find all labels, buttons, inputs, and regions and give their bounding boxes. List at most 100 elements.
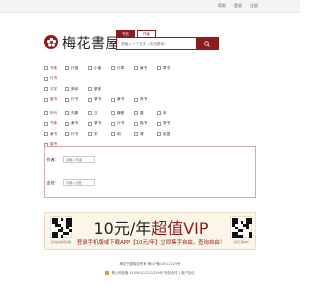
filter-group-label: 楷书 — [44, 97, 62, 102]
checkbox[interactable] — [111, 66, 115, 71]
footer-copyright: 梅花书屋版权所有 豫ICP备15012229号 — [119, 262, 181, 266]
checkbox[interactable] — [88, 97, 92, 102]
checkbox[interactable] — [157, 121, 161, 126]
qr-cell — [60, 235, 64, 238]
checkbox[interactable] — [65, 97, 69, 102]
author-label: 作者： — [46, 156, 59, 162]
vip-banner[interactable]: 扫码关注梅花书屋 10元/年超值VIP 登录手机版或下载APP【10元/年】立即… — [44, 212, 256, 250]
filter-option[interactable]: 篆书 — [157, 121, 177, 126]
qr-right-caption: 扫码下载APP — [233, 241, 249, 244]
checkbox[interactable] — [65, 66, 69, 71]
qr-left-caption: 扫码关注梅花书屋 — [50, 241, 72, 244]
filter-option[interactable]: 魏晋 — [111, 111, 131, 116]
checkbox[interactable] — [88, 132, 92, 137]
checkbox[interactable] — [88, 121, 92, 126]
checkbox[interactable] — [44, 111, 48, 116]
filter-group-label: 汉字 — [44, 87, 62, 92]
checkbox[interactable] — [134, 121, 138, 126]
footer: 梅花书屋版权所有 豫ICP备15012229号 豫公网安备 4109020212… — [0, 261, 300, 278]
banner-title: 10元/年超值VIP — [85, 215, 217, 239]
filter-option[interactable]: 行书 — [65, 132, 85, 137]
search-button[interactable] — [196, 38, 218, 49]
filter-option[interactable]: 隶书 — [134, 66, 154, 71]
filter-option[interactable]: 清 — [134, 132, 154, 137]
checkbox[interactable] — [111, 111, 115, 116]
filter-option[interactable]: 篆书 — [134, 97, 154, 102]
filter-option[interactable]: 草书 — [88, 121, 108, 126]
filter-option[interactable]: 先秦 — [65, 111, 85, 116]
filter-option[interactable]: 行楷 — [65, 66, 85, 71]
author-input[interactable] — [63, 156, 95, 163]
filter-option[interactable]: 汉 — [88, 111, 108, 116]
filter-option[interactable]: 明 — [111, 132, 131, 137]
checkbox[interactable] — [65, 121, 69, 126]
filter-row: 隶书 行书 宋 明 清 民国 — [44, 129, 256, 140]
checkbox[interactable] — [134, 111, 138, 116]
filter-option[interactable]: 小楷 — [88, 66, 108, 71]
filter-option[interactable]: 行书 — [65, 97, 85, 102]
filter-group-label: 书体 — [44, 66, 62, 71]
qr-cell — [246, 226, 250, 230]
checkbox[interactable] — [134, 66, 138, 71]
checkbox[interactable] — [134, 97, 138, 102]
qr-cell — [69, 223, 72, 227]
filter-panel: 书体 行楷 小楷 行草 隶书 草书 行书 汉字 简体 繁体 楷书 行书 草书 隶… — [44, 63, 256, 150]
checkbox[interactable] — [44, 66, 48, 71]
tab-book-title[interactable]: 书名 — [116, 30, 135, 37]
checkbox[interactable] — [44, 87, 48, 92]
police-badge-icon — [105, 270, 110, 275]
plum-blossom-logo-icon[interactable] — [44, 35, 58, 49]
register-link[interactable]: 注册 — [250, 3, 258, 9]
filter-option[interactable]: 隶书 — [111, 97, 131, 102]
source-input[interactable] — [63, 179, 95, 186]
filter-option[interactable]: 繁体 — [88, 87, 108, 92]
checkbox[interactable] — [44, 121, 48, 126]
checkbox[interactable] — [111, 121, 115, 126]
filter-group-label: 行书 — [44, 76, 62, 81]
top-bar: 帮助 登录 注册 — [0, 0, 300, 13]
checkbox[interactable] — [65, 111, 69, 116]
checkbox[interactable] — [44, 76, 48, 81]
filter-option[interactable]: 楷书 — [134, 121, 154, 126]
filter-option[interactable]: 民国 — [157, 132, 177, 137]
footer-police-record[interactable]: 豫公网安备 41090202122229号 商务合作 | 用户协议 — [111, 271, 194, 275]
filter-option[interactable]: 简体 — [65, 87, 85, 92]
filter-option[interactable]: 草书 — [157, 66, 177, 71]
qr-cell — [66, 232, 70, 236]
qr-cell — [54, 235, 58, 238]
checkbox[interactable] — [88, 111, 92, 116]
help-link[interactable]: 帮助 — [218, 3, 226, 9]
footer-links: 豫公网安备 41090202122229号 商务合作 | 用户协议 — [0, 270, 300, 275]
banner-title-accent: 超值VIP — [151, 219, 209, 238]
qr-cell — [234, 220, 238, 224]
author-row: 作者： — [45, 156, 95, 163]
search-tabs: 书名 作者 — [116, 30, 156, 37]
tab-author[interactable]: 作者 — [137, 30, 156, 37]
filter-option[interactable]: 草书 — [88, 97, 108, 102]
filter-option[interactable]: 宋 — [88, 132, 108, 137]
checkbox[interactable] — [65, 132, 69, 137]
checkbox[interactable] — [44, 132, 48, 137]
checkbox[interactable] — [65, 87, 69, 92]
login-link[interactable]: 登录 — [234, 3, 242, 9]
search-input[interactable] — [117, 38, 196, 49]
qr-cell — [249, 235, 252, 238]
filter-option[interactable]: 隶书 — [65, 121, 85, 126]
filter-option[interactable]: 行草 — [111, 66, 131, 71]
site-name[interactable]: 梅花書屋 — [62, 33, 120, 53]
checkbox[interactable] — [88, 66, 92, 71]
checkbox[interactable] — [157, 132, 161, 137]
checkbox[interactable] — [111, 132, 115, 137]
checkbox[interactable] — [44, 97, 48, 102]
checkbox[interactable] — [157, 66, 161, 71]
filter-option[interactable]: 唐 — [134, 111, 154, 116]
checkbox[interactable] — [88, 87, 92, 92]
checkbox[interactable] — [111, 97, 115, 102]
filter-option[interactable]: 宋 — [157, 111, 177, 116]
checkbox[interactable] — [157, 111, 161, 116]
filter-option[interactable]: 行书 — [111, 121, 131, 126]
qr-cell — [240, 235, 244, 238]
filter-group-label: 书体 — [44, 121, 62, 126]
checkbox[interactable] — [134, 132, 138, 137]
filter-row: 行书 — [44, 74, 256, 85]
